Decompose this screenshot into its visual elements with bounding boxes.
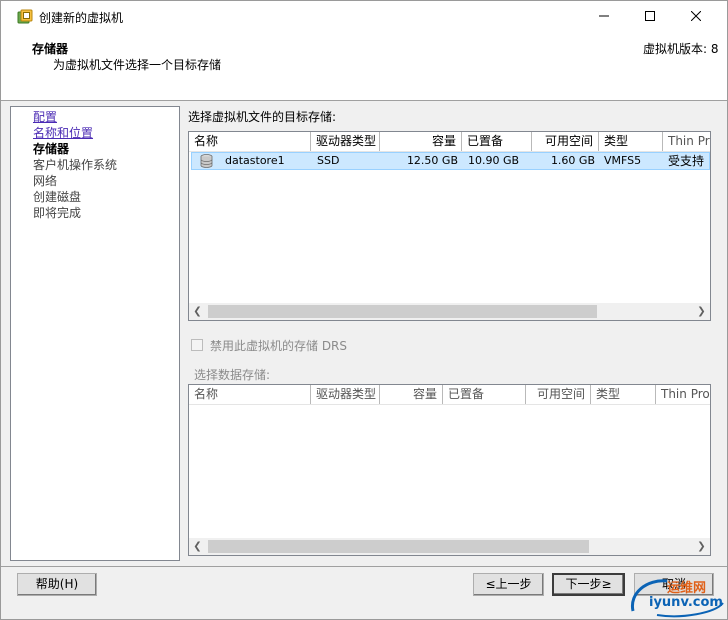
horizontal-scrollbar[interactable]: ❮ ❯ — [189, 303, 710, 320]
column-header-type: 类型 — [591, 385, 656, 404]
horizontal-scrollbar: ❮ ❯ — [189, 538, 710, 555]
disable-storage-drs-option: 禁用此虚拟机的存储 DRS — [191, 337, 347, 353]
site-watermark: 运维网 iyunv.com — [627, 575, 727, 619]
window-title: 创建新的虚拟机 — [39, 11, 124, 25]
help-button[interactable]: 帮助(H) — [17, 573, 97, 596]
footer-divider — [1, 566, 727, 567]
vm-wizard-icon — [17, 9, 33, 24]
page-subtitle: 为虚拟机文件选择一个目标存储 — [53, 58, 222, 72]
nav-step-create-disk: 创建磁盘 — [33, 190, 82, 204]
disable-storage-drs-checkbox — [191, 339, 203, 351]
disable-storage-drs-label: 禁用此虚拟机的存储 DRS — [210, 338, 348, 353]
title-bar: 创建新的虚拟机 — [1, 1, 727, 31]
column-header-free-space: 可用空间 — [526, 385, 591, 404]
column-header-provisioned[interactable]: 已置备 — [462, 132, 532, 151]
cell-free-space: 1.60 GB — [550, 154, 595, 167]
scroll-thumb — [208, 540, 589, 553]
maximize-icon — [645, 11, 655, 21]
nav-step-network: 网络 — [33, 174, 58, 188]
column-header-name[interactable]: 名称 — [189, 132, 311, 151]
minimize-button[interactable] — [581, 1, 627, 31]
column-header-capacity: 容量 — [380, 385, 443, 404]
close-button[interactable] — [673, 1, 719, 31]
cell-thin-provisioning: 受支持 — [668, 154, 705, 168]
nav-step-ready-to-complete: 即将完成 — [33, 206, 82, 220]
cell-drive-type: SSD — [317, 154, 340, 167]
maximize-button[interactable] — [627, 1, 673, 31]
target-storage-label: 选择虚拟机文件的目标存储: — [188, 110, 337, 124]
datastore-select-table: 名称 驱动器类型 容量 已置备 可用空间 类型 Thin Provi ❮ ❯ — [188, 384, 711, 556]
column-header-drive-type[interactable]: 驱动器类型 — [311, 132, 380, 151]
nav-step-name-location[interactable]: 名称和位置 — [33, 126, 93, 140]
cell-type: VMFS5 — [604, 154, 642, 167]
wizard-header: 存储器 为虚拟机文件选择一个目标存储 虚拟机版本: 8 — [1, 31, 727, 101]
header-divider — [189, 404, 710, 405]
scroll-left-arrow-icon[interactable]: ❮ — [189, 303, 206, 320]
scroll-right-arrow-icon: ❯ — [697, 541, 706, 552]
column-header-drive-type: 驱动器类型 — [311, 385, 380, 404]
watermark-bottom-text: iyunv.com — [649, 595, 723, 610]
datastore-icon — [200, 154, 213, 168]
back-button[interactable]: ≤上一步 — [473, 573, 544, 596]
minimize-icon — [599, 15, 609, 17]
nav-step-configuration[interactable]: 配置 — [33, 110, 57, 124]
cell-provisioned: 10.90 GB — [468, 154, 520, 167]
scroll-thumb[interactable] — [208, 305, 597, 318]
nav-step-guest-os: 客户机操作系统 — [33, 158, 118, 172]
table-row[interactable]: datastore1 SSD 12.50 GB 10.90 GB 1.60 GB… — [191, 152, 710, 170]
column-header-type[interactable]: 类型 — [599, 132, 663, 151]
close-icon — [691, 11, 701, 21]
watermark-top-text: 运维网 — [667, 581, 707, 596]
scroll-left-arrow-icon: ❮ — [193, 541, 202, 552]
cell-capacity: 12.50 GB — [406, 154, 458, 167]
create-vm-wizard-window: 创建新的虚拟机 存储器 为虚拟机文件选择一个目标存储 虚拟机版本: 8 配置 名… — [0, 0, 728, 620]
nav-step-storage: 存储器 — [33, 142, 70, 156]
column-header-provisioned: 已置备 — [443, 385, 526, 404]
next-button[interactable]: 下一步≥ — [552, 573, 625, 596]
scroll-right-arrow-icon[interactable]: ❯ — [693, 303, 710, 320]
column-header-thin-provisioning[interactable]: Thin Provi — [663, 132, 710, 151]
column-header-thin-provisioning: Thin Provi — [656, 385, 710, 404]
select-datastore-label: 选择数据存储: — [194, 368, 271, 382]
vm-version-label: 虚拟机版本: 8 — [643, 42, 719, 56]
wizard-steps-nav: 配置 名称和位置 存储器 客户机操作系统 网络 创建磁盘 即将完成 — [10, 106, 180, 561]
column-header-name: 名称 — [189, 385, 311, 404]
target-storage-table[interactable]: 名称 驱动器类型 容量 已置备 可用空间 类型 Thin Provi datas… — [188, 131, 711, 321]
page-title: 存储器 — [32, 42, 69, 56]
column-header-capacity[interactable]: 容量 — [380, 132, 462, 151]
cell-name: datastore1 — [225, 154, 285, 167]
column-header-free-space[interactable]: 可用空间 — [532, 132, 599, 151]
